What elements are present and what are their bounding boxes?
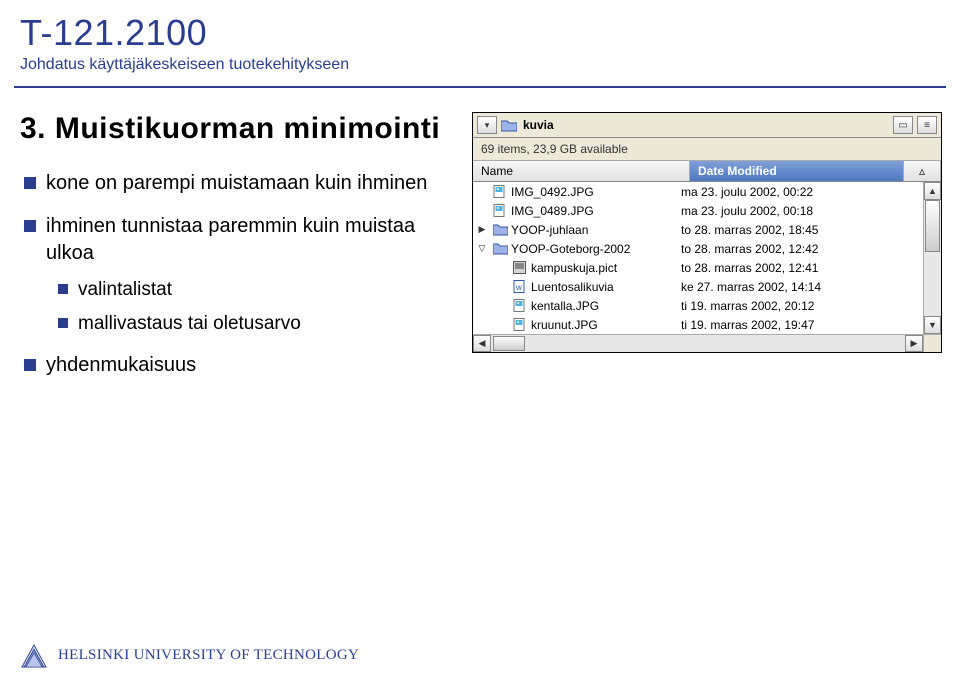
file-list: IMG_0492.JPGma 23. joulu 2002, 00:22IMG_… <box>473 182 923 334</box>
course-subtitle: Johdatus käyttäjäkeskeiseen tuotekehityk… <box>20 56 940 74</box>
file-name: Luentosalikuvia <box>531 280 614 294</box>
slide-title: 3. Muistikuorman minimointi <box>20 112 460 146</box>
column-header-name[interactable]: Name <box>473 161 690 181</box>
bullet-text: yhdenmukaisuus <box>46 354 196 376</box>
sub-bullet-item: mallivastaus tai oletusarvo <box>56 311 460 337</box>
university-logo-icon <box>20 641 48 669</box>
slide-footer: HELSINKI UNIVERSITY OF TECHNOLOGY <box>20 641 359 669</box>
file-browser-window: ▾ kuvia ▭ ≡ 69 items, 23,9 GB available … <box>472 112 942 353</box>
file-name: YOOP-Goteborg-2002 <box>511 242 630 256</box>
img-icon <box>493 185 508 199</box>
scroll-left-icon[interactable]: ◀ <box>473 335 491 352</box>
file-row[interactable]: kampuskuja.pict to 28. marras 2002, 12:41 <box>473 258 923 277</box>
file-row[interactable]: ▶ YOOP-juhlaan to 28. marras 2002, 18:45 <box>473 220 923 239</box>
file-name: IMG_0489.JPG <box>511 204 594 218</box>
sub-bullet-text: mallivastaus tai oletusarvo <box>78 313 301 334</box>
scrollbar-corner <box>923 335 941 352</box>
file-row[interactable]: kruunut.JPG ti 19. marras 2002, 19:47 <box>473 315 923 334</box>
folder-icon <box>501 118 517 132</box>
file-date: ma 23. joulu 2002, 00:22 <box>677 185 923 199</box>
file-date: ma 23. joulu 2002, 00:18 <box>677 204 923 218</box>
file-date: to 28. marras 2002, 12:42 <box>677 242 923 256</box>
img-icon <box>493 204 508 218</box>
scroll-track[interactable] <box>924 200 941 316</box>
file-name: kentalla.JPG <box>531 299 599 313</box>
bullet-item: kone on parempi muistamaan kuin ihminen <box>20 170 460 197</box>
pict-icon <box>513 261 528 275</box>
bullet-text: kone on parempi muistamaan kuin ihminen <box>46 172 427 194</box>
sub-bullet-text: valintalistat <box>78 279 172 300</box>
disclosure-triangle-icon[interactable]: ▶ <box>477 224 487 235</box>
bullet-item: ihminen tunnistaa paremmin kuin muistaa … <box>20 213 460 336</box>
folder-icon <box>493 242 508 256</box>
scroll-down-icon[interactable]: ▼ <box>924 316 941 334</box>
file-date: ti 19. marras 2002, 19:47 <box>677 318 923 332</box>
file-row[interactable]: IMG_0489.JPG ma 23. joulu 2002, 00:18 <box>473 201 923 220</box>
column-header-date[interactable]: Date Modified <box>690 161 904 181</box>
file-name: kruunut.JPG <box>531 318 598 332</box>
file-browser-toolbar: ▾ kuvia ▭ ≡ <box>473 113 941 138</box>
file-date: to 28. marras 2002, 18:45 <box>677 223 923 237</box>
footer-text: HELSINKI UNIVERSITY OF TECHNOLOGY <box>58 647 359 664</box>
sub-bullet-list: valintalistat mallivastaus tai oletusarv… <box>56 277 460 336</box>
file-row[interactable]: ▽ YOOP-Goteborg-2002 to 28. marras 2002, 1… <box>473 239 923 258</box>
toolbar-button-1-icon[interactable]: ▭ <box>893 116 913 134</box>
img-icon <box>513 318 528 332</box>
file-name: IMG_0492.JPG <box>511 185 594 199</box>
course-code: T-121.2100 <box>20 12 940 54</box>
doc-icon: w <box>513 280 528 294</box>
file-row[interactable]: kentalla.JPG ti 19. marras 2002, 20:12 <box>473 296 923 315</box>
slide-header: T-121.2100 Johdatus käyttäjäkeskeiseen t… <box>0 0 960 80</box>
folder-title: kuvia <box>523 118 889 132</box>
scroll-thumb-h[interactable] <box>493 336 525 351</box>
bullet-text: ihminen tunnistaa paremmin kuin muistaa … <box>46 215 415 264</box>
disclosure-triangle-icon[interactable]: ▽ <box>477 243 487 254</box>
file-date: to 28. marras 2002, 12:41 <box>677 261 923 275</box>
scroll-track-h[interactable] <box>491 335 905 352</box>
sub-bullet-item: valintalistat <box>56 277 460 303</box>
scroll-up-icon[interactable]: ▲ <box>924 182 941 200</box>
file-name: YOOP-juhlaan <box>511 223 588 237</box>
svg-text:w: w <box>515 283 522 292</box>
vertical-scrollbar[interactable]: ▲ ▼ <box>923 182 941 334</box>
scroll-thumb[interactable] <box>925 200 940 252</box>
file-row[interactable]: IMG_0492.JPG ma 23. joulu 2002, 00:22 <box>473 182 923 201</box>
folder-info: 69 items, 23,9 GB available <box>473 138 941 160</box>
bullet-item: yhdenmukaisuus <box>20 352 460 379</box>
folder-icon <box>493 223 508 237</box>
file-date: ti 19. marras 2002, 20:12 <box>677 299 923 313</box>
toolbar-button-2-icon[interactable]: ≡ <box>917 116 937 134</box>
column-header-row: Name Date Modified ▵ <box>473 160 941 182</box>
file-name: kampuskuja.pict <box>531 261 617 275</box>
scroll-right-icon[interactable]: ▶ <box>905 335 923 352</box>
file-row[interactable]: w Luentosalikuvia ke 27. marras 2002, 14:1… <box>473 277 923 296</box>
horizontal-scrollbar[interactable]: ◀ ▶ <box>473 334 941 352</box>
column-header-sort-icon[interactable]: ▵ <box>904 161 941 181</box>
toolbar-dropdown-icon[interactable]: ▾ <box>477 116 497 134</box>
img-icon <box>513 299 528 313</box>
file-date: ke 27. marras 2002, 14:14 <box>677 280 923 294</box>
bullet-list: kone on parempi muistamaan kuin ihminen … <box>20 170 460 379</box>
